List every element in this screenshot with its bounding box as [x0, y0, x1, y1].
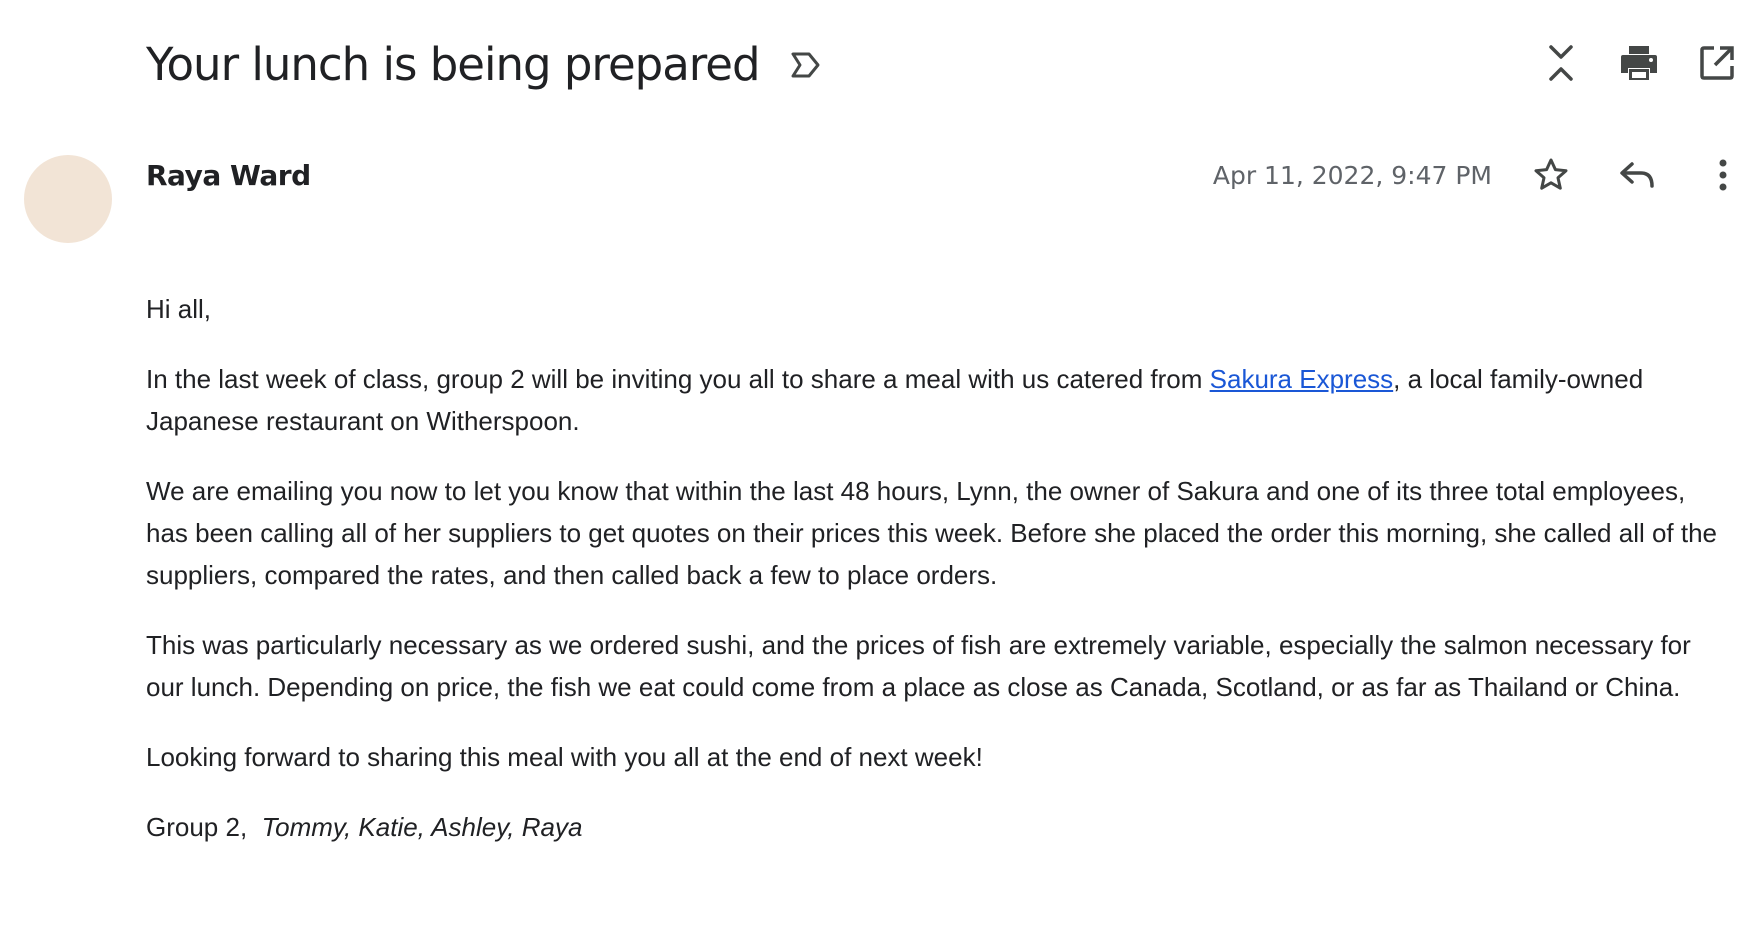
star-icon[interactable] — [1528, 152, 1574, 198]
email-subject: Your lunch is being prepared — [146, 38, 761, 91]
email-body: Hi all, In the last week of class, group… — [146, 288, 1726, 876]
signature: Group 2, Tommy, Katie, Ashley, Raya — [146, 806, 1726, 848]
body-paragraph-1: In the last week of class, group 2 will … — [146, 358, 1726, 442]
body-paragraph-3: This was particularly necessary as we or… — [146, 630, 1691, 702]
open-in-new-window-icon[interactable] — [1694, 40, 1740, 86]
reply-icon[interactable] — [1614, 152, 1660, 198]
signature-group: Group 2, — [146, 812, 248, 842]
signature-members: Tommy, Katie, Ashley, Raya — [261, 812, 583, 842]
label-marker-icon[interactable] — [786, 45, 826, 85]
message-timestamp: Apr 11, 2022, 9:47 PM — [1212, 160, 1492, 190]
sender-name[interactable]: Raya Ward — [146, 158, 311, 194]
message-meta: Apr 11, 2022, 9:47 PM — [1213, 152, 1750, 198]
more-vertical-icon[interactable] — [1700, 152, 1746, 198]
thread-actions — [1538, 40, 1750, 86]
body-text: In the last week of class, group 2 will … — [146, 364, 1210, 394]
collapse-all-icon[interactable] — [1538, 40, 1584, 86]
body-paragraph-2: We are emailing you now to let you know … — [146, 476, 1718, 590]
restaurant-link[interactable]: Sakura Express — [1210, 364, 1394, 394]
greeting: Hi all, — [146, 294, 212, 324]
subject-row: Your lunch is being prepared — [146, 30, 826, 100]
print-icon[interactable] — [1616, 40, 1662, 86]
sender-avatar[interactable] — [24, 155, 112, 243]
body-paragraph-4: Looking forward to sharing this meal wit… — [146, 742, 983, 772]
